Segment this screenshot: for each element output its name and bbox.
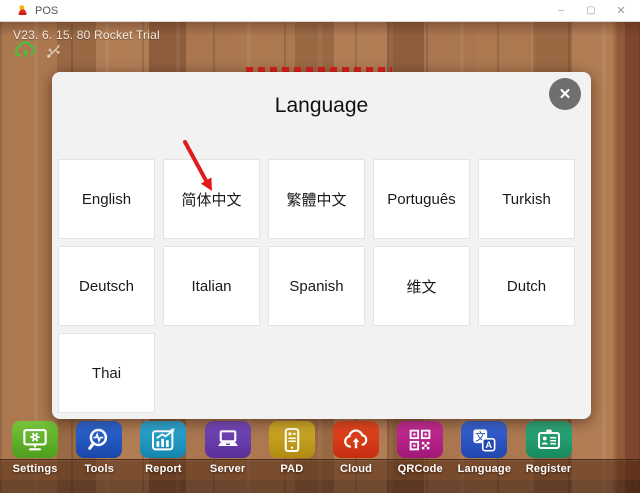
bottom-toolbar: Settings Tools Report Server PAD Cloud Q… — [3, 421, 639, 475]
window-controls: – ▢ ✕ — [546, 0, 640, 21]
toolbar-item-label: Tools — [85, 463, 115, 475]
toolbar-item-label: Register — [526, 463, 572, 475]
toolbar-item-report[interactable]: Report — [131, 421, 195, 475]
toolbar-item-qrcode[interactable]: QRCode — [388, 421, 452, 475]
language-button-7[interactable]: Spanish — [268, 246, 365, 326]
toolbar-bottom-strip — [0, 480, 640, 493]
toolbar-item-label: Report — [145, 463, 182, 475]
language-button-10[interactable]: Thai — [58, 333, 155, 413]
app-window: POS – ▢ ✕ V23. 6. 15. 80 Rocket Trial — [0, 0, 640, 493]
toolbar-item-cloud[interactable]: Cloud — [324, 421, 388, 475]
pad-icon — [269, 421, 315, 458]
toolbar-item-label: PAD — [280, 463, 303, 475]
toolbar-item-label: QRCode — [398, 463, 443, 475]
language-icon: 文A — [461, 421, 507, 458]
language-button-6[interactable]: Italian — [163, 246, 260, 326]
qrcode-icon — [397, 421, 443, 458]
maximize-button[interactable]: ▢ — [576, 0, 606, 21]
language-button-1[interactable]: 简体中文 — [163, 159, 260, 239]
toolbar-item-register[interactable]: Register — [517, 421, 581, 475]
register-icon — [526, 421, 572, 458]
window-close-button[interactable]: ✕ — [606, 0, 636, 21]
toolbar-item-label: Cloud — [340, 463, 372, 475]
language-button-2[interactable]: 繁體中文 — [268, 159, 365, 239]
toolbar-item-label: Settings — [13, 463, 58, 475]
cloud-icon — [333, 421, 379, 458]
language-dialog: Language ✕ English简体中文繁體中文PortuguêsTurki… — [52, 72, 591, 419]
language-button-0[interactable]: English — [58, 159, 155, 239]
header-status-icons — [13, 40, 64, 59]
toolbar-item-label: Language — [458, 463, 512, 475]
window-title: POS — [35, 5, 58, 17]
svg-text:A: A — [486, 440, 493, 450]
app-logo-icon — [16, 4, 29, 17]
cloud-upload-icon — [13, 40, 39, 59]
settings-icon — [12, 421, 58, 458]
language-grid: English简体中文繁體中文PortuguêsTurkish DeutschIt… — [58, 159, 575, 413]
toolbar-item-label: Server — [210, 463, 245, 475]
toolbar-item-pad[interactable]: PAD — [260, 421, 324, 475]
minimize-button[interactable]: – — [546, 0, 576, 21]
language-button-3[interactable]: Português — [373, 159, 470, 239]
language-button-9[interactable]: Dutch — [478, 246, 575, 326]
title-bar: POS – ▢ ✕ — [0, 0, 640, 22]
language-button-8[interactable]: 维文 — [373, 246, 470, 326]
toolbar-item-settings[interactable]: Settings — [3, 421, 67, 475]
dialog-close-button[interactable]: ✕ — [549, 78, 581, 110]
desktop-background: V23. 6. 15. 80 Rocket Trial — [0, 22, 640, 493]
language-button-5[interactable]: Deutsch — [58, 246, 155, 326]
dialog-title: Language — [52, 72, 591, 118]
tools-icon — [76, 421, 122, 458]
toolbar-item-server[interactable]: Server — [196, 421, 260, 475]
toolbar-item-tools[interactable]: Tools — [67, 421, 131, 475]
report-icon — [140, 421, 186, 458]
language-button-4[interactable]: Turkish — [478, 159, 575, 239]
toolbar-item-language[interactable]: 文A Language — [452, 421, 516, 475]
usb-icon — [45, 41, 64, 59]
server-icon — [205, 421, 251, 458]
